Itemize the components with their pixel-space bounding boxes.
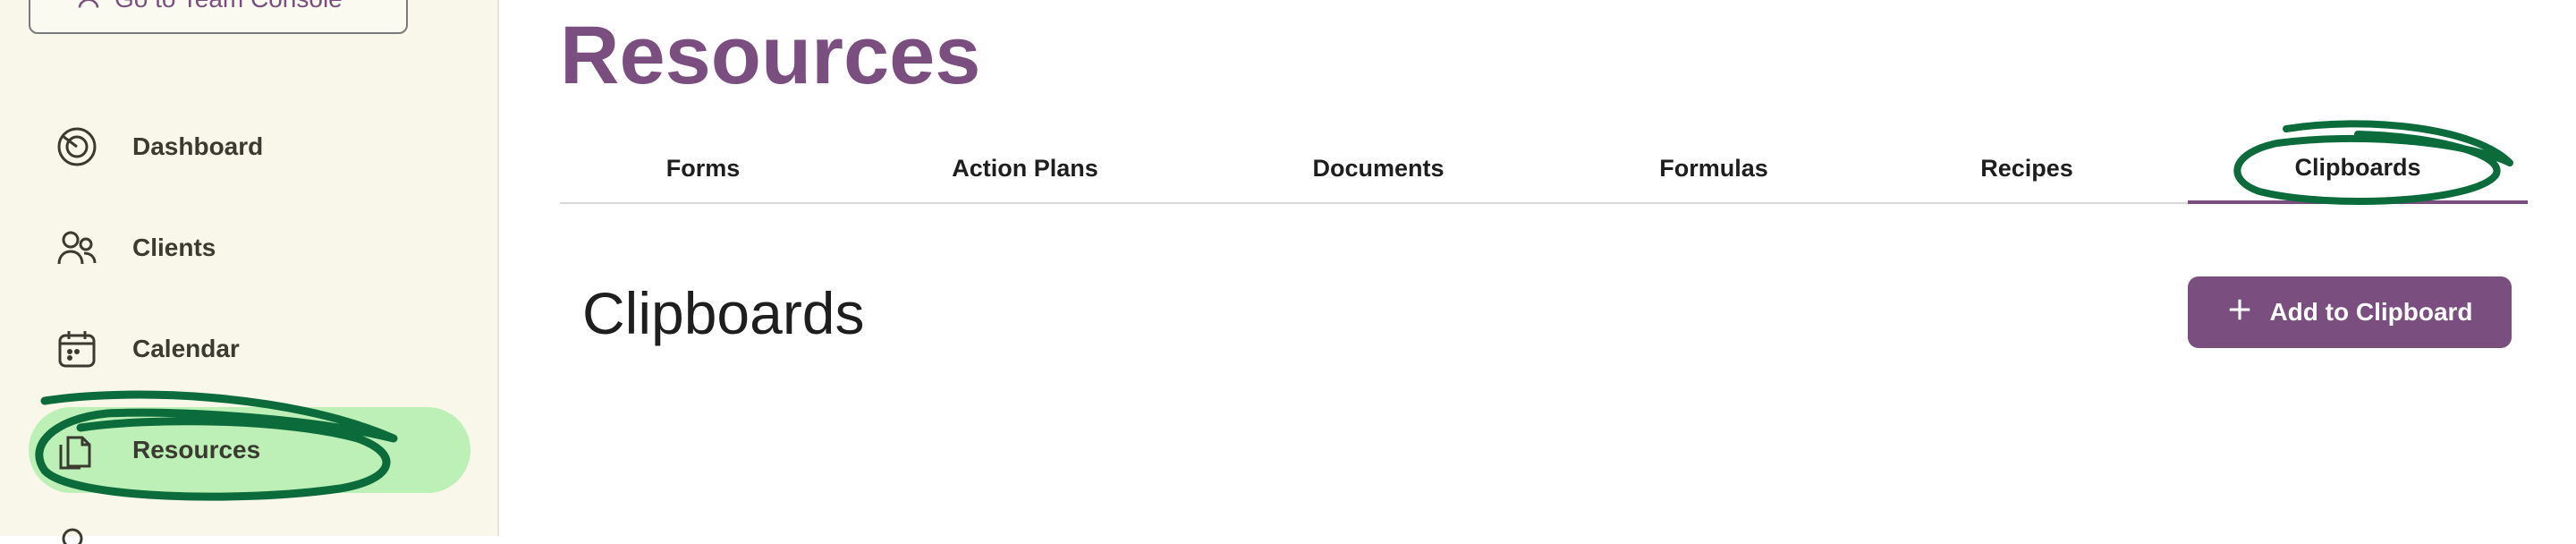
clients-icon [54, 225, 100, 271]
sidebar: Go to Team Console Dashboard Clients [0, 0, 499, 544]
calendar-icon [54, 326, 100, 372]
tab-forms[interactable]: Forms [560, 134, 846, 202]
sidebar-item-label: Dashboard [132, 132, 264, 160]
tab-clipboards[interactable]: Clipboards [2188, 134, 2528, 204]
sidebar-item-clients[interactable]: Clients [29, 205, 470, 291]
sidebar-item-label: Clients [132, 234, 216, 261]
section-title: Clipboards [582, 280, 865, 346]
dashboard-icon [54, 123, 100, 170]
sidebar-item-resources[interactable]: Resources [29, 407, 470, 493]
sidebar-item-calendar[interactable]: Calendar [29, 306, 470, 392]
tab-formulas[interactable]: Formulas [1553, 134, 1875, 202]
resources-icon [54, 427, 100, 473]
team-console-button[interactable]: Go to Team Console [29, 0, 408, 34]
tab-recipes[interactable]: Recipes [1875, 134, 2179, 202]
team-console-label: Go to Team Console [114, 0, 343, 13]
add-button-label: Add to Clipboard [2269, 298, 2473, 326]
team-icon [75, 0, 102, 16]
resource-tabs: Forms Action Plans Documents Formulas Re… [560, 134, 2528, 204]
sidebar-item-dashboard[interactable]: Dashboard [29, 104, 470, 190]
plus-icon [2226, 296, 2253, 329]
partial-nav-icon [62, 528, 83, 544]
add-to-clipboard-button[interactable]: Add to Clipboard [2188, 276, 2512, 348]
sidebar-item-label: Resources [132, 436, 261, 463]
sidebar-item-label: Calendar [132, 335, 240, 362]
page-title: Resources [560, 10, 981, 101]
tab-documents[interactable]: Documents [1204, 134, 1553, 202]
tab-action-plans[interactable]: Action Plans [846, 134, 1204, 202]
